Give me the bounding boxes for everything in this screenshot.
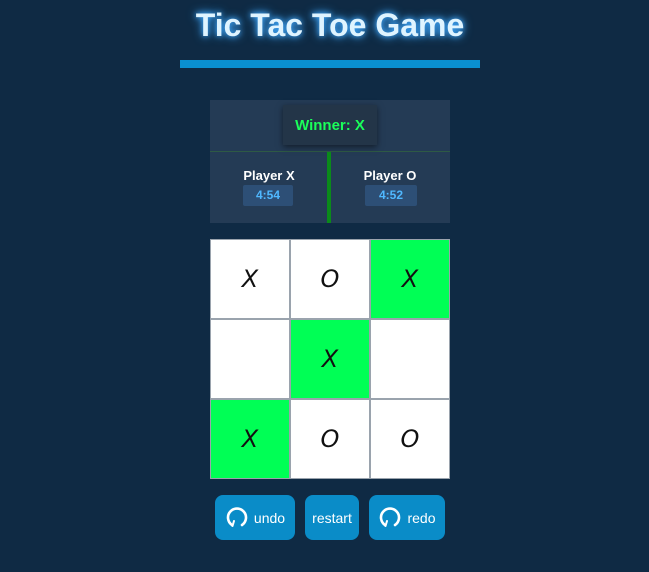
game-board: X O X X X O O	[210, 239, 450, 479]
player-x-timer: 4:54	[243, 185, 293, 206]
restart-button[interactable]: restart	[305, 495, 359, 540]
player-x-panel: Player X 4:54	[210, 152, 328, 223]
player-o-name: Player O	[363, 168, 417, 183]
board-cell-2[interactable]: O	[290, 239, 370, 319]
game-page: Tic Tac Toe Game Winner: X Player X 4:54…	[0, 0, 649, 572]
rotate-icon	[378, 506, 402, 530]
board-cell-5[interactable]: X	[290, 319, 370, 399]
redo-label: redo	[407, 509, 436, 526]
player-o-timer: 4:52	[365, 185, 417, 206]
page-title: Tic Tac Toe Game	[195, 7, 465, 43]
undo-label: undo	[253, 509, 286, 526]
redo-button[interactable]: redo	[369, 495, 445, 540]
undo-button[interactable]: undo	[215, 495, 295, 540]
board-cell-8[interactable]: O	[290, 399, 370, 479]
restart-label: restart	[312, 509, 352, 526]
player-x-name: Player X	[243, 168, 295, 183]
board-cell-3[interactable]: X	[370, 239, 450, 319]
winner-row: Winner: X	[210, 100, 450, 152]
scoreboard: Winner: X Player X 4:54 Player O 4:52	[210, 100, 450, 223]
board-cell-1[interactable]: X	[210, 239, 290, 319]
board-cell-7[interactable]: X	[210, 399, 290, 479]
player-o-panel: Player O 4:52	[331, 152, 449, 223]
board-cell-6[interactable]	[370, 319, 450, 399]
title-underline	[180, 60, 480, 68]
rotate-icon	[225, 506, 249, 530]
board-cell-4[interactable]	[210, 319, 290, 399]
board-cell-9[interactable]: O	[370, 399, 450, 479]
winner-status: Winner: X	[283, 105, 377, 145]
